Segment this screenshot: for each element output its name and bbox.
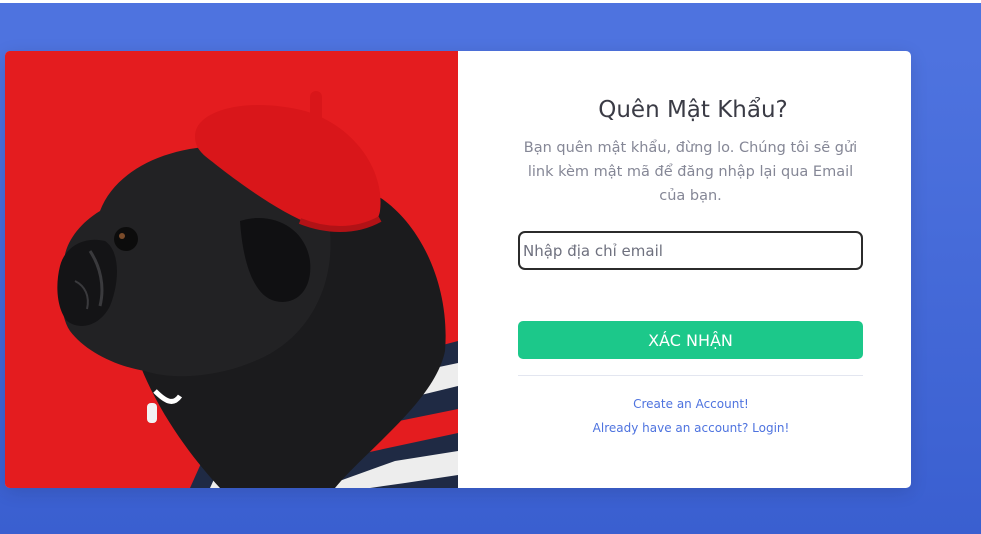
forgot-password-card: Quên Mật Khẩu? Bạn quên mật khẩu, đừng l… [5,51,911,488]
login-link[interactable]: Already have an account? Login! [458,421,911,435]
page-description: Bạn quên mật khẩu, đừng lo. Chúng tôi sẽ… [523,140,858,204]
submit-button[interactable]: XÁC NHẬN [518,321,863,359]
pug-illustration [5,51,458,488]
form-panel: Quên Mật Khẩu? Bạn quên mật khẩu, đừng l… [458,51,911,488]
create-account-link[interactable]: Create an Account! [458,397,911,411]
pug-photo [5,51,458,488]
page-title: Quên Mật Khẩu? [598,97,788,123]
top-border [0,0,981,3]
divider [518,375,863,376]
email-input[interactable] [518,231,863,270]
